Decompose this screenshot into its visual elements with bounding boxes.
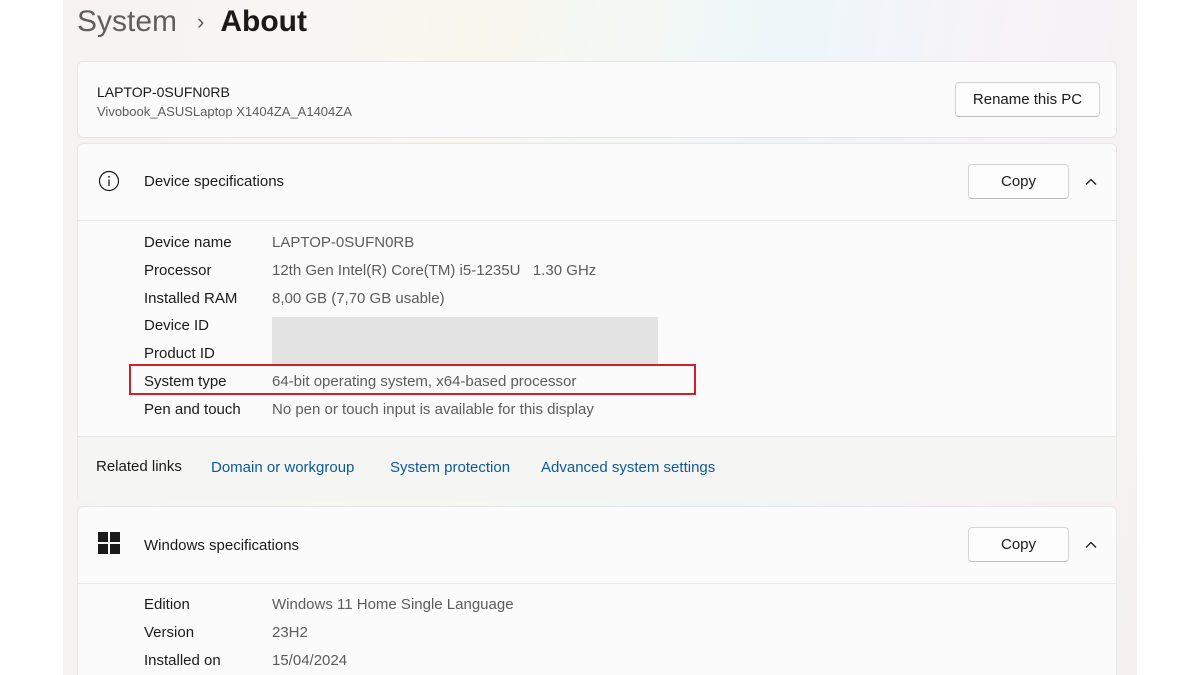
chevron-up-icon[interactable]	[1083, 174, 1099, 190]
rename-pc-button[interactable]: Rename this PC	[955, 82, 1100, 117]
spec-label: Device ID	[144, 317, 210, 334]
page-title: About	[220, 5, 307, 38]
spec-value: Windows 11 Home Single Language	[272, 596, 514, 613]
pc-name-card: LAPTOP-0SUFN0RB Vivobook_ASUSLaptop X140…	[77, 61, 1117, 138]
spec-label: Processor	[144, 262, 212, 279]
spec-value: LAPTOP-0SUFN0RB	[272, 234, 415, 251]
settings-window: System › About LAPTOP-0SUFN0RB Vivobook_…	[63, 0, 1137, 675]
spec-value: 12th Gen Intel(R) Core(TM) i5-1235U 1.30…	[272, 262, 597, 279]
breadcrumb: System › About	[77, 2, 307, 42]
device-specifications-header[interactable]: Device specifications Copy	[78, 144, 1116, 221]
spec-label: Product ID	[144, 345, 215, 362]
spec-label: Pen and touch	[144, 401, 241, 418]
windows-specifications-card: Windows specifications Copy Edition Wind…	[77, 506, 1117, 675]
spec-value: 15/04/2024	[272, 652, 348, 669]
copy-windows-specs-button[interactable]: Copy	[968, 527, 1069, 562]
link-domain-or-workgroup[interactable]: Domain or workgroup	[211, 459, 354, 476]
redacted-ids-block	[272, 317, 658, 364]
windows-logo-icon	[98, 532, 120, 554]
related-links-bar: Related links Domain or workgroup System…	[78, 436, 1116, 502]
related-links-label: Related links	[96, 458, 182, 475]
spec-label: Edition	[144, 596, 190, 613]
link-advanced-system-settings[interactable]: Advanced system settings	[541, 459, 715, 476]
device-specifications-title: Device specifications	[144, 173, 285, 190]
link-system-protection[interactable]: System protection	[390, 459, 510, 476]
chevron-up-icon[interactable]	[1083, 537, 1099, 553]
pc-model: Vivobook_ASUSLaptop X1404ZA_A1404ZA	[97, 104, 352, 119]
copy-device-specs-button[interactable]: Copy	[968, 164, 1069, 199]
windows-specifications-title: Windows specifications	[144, 537, 300, 554]
spec-label: Installed RAM	[144, 290, 238, 307]
spec-value: 8,00 GB (7,70 GB usable)	[272, 290, 445, 307]
spec-value: 23H2	[272, 624, 308, 641]
windows-specifications-header[interactable]: Windows specifications Copy	[78, 507, 1116, 584]
breadcrumb-chevron-icon: ›	[197, 9, 205, 34]
spec-value: No pen or touch input is available for t…	[272, 401, 594, 418]
system-type-highlight	[129, 364, 696, 395]
spec-label: Device name	[144, 234, 232, 251]
device-specifications-card: Device specifications Copy Device name L…	[77, 143, 1117, 502]
pc-name: LAPTOP-0SUFN0RB	[97, 84, 230, 100]
spec-label: Installed on	[144, 652, 221, 669]
spec-label: Version	[144, 624, 195, 641]
info-icon	[98, 170, 120, 192]
breadcrumb-system[interactable]: System	[77, 5, 177, 39]
